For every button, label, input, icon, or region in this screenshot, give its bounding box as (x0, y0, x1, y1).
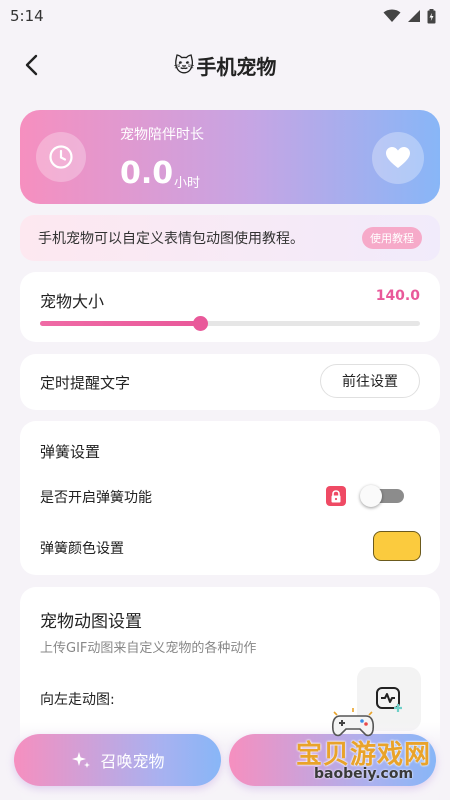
spring-color-swatch[interactable] (373, 531, 421, 561)
lock-icon (326, 486, 346, 506)
watermark-logo: 宝贝游戏网 baobeiy.com (284, 706, 434, 786)
clock-icon-container (36, 132, 86, 182)
toggle-knob (360, 485, 382, 507)
pet-size-value: 140.0 (375, 288, 420, 304)
spring-enable-label: 是否开启弹簧功能 (40, 490, 152, 506)
animation-settings-title: 宠物动图设置 (40, 612, 142, 632)
tutorial-tip-text: 手机宠物可以自定义表情包动图使用教程。 (38, 231, 304, 247)
pet-size-slider-fill (40, 321, 200, 326)
pet-size-slider-thumb[interactable] (192, 316, 208, 331)
companion-time-value: 0.0 (120, 156, 174, 191)
clock-icon (49, 145, 73, 169)
spring-settings-card: 弹簧设置 是否开启弹簧功能 弹簧颜色设置 (20, 421, 440, 575)
animation-settings-subtitle: 上传GIF动图来自定义宠物的各种动作 (40, 641, 257, 656)
companion-time-unit: 小时 (174, 176, 201, 191)
heart-button[interactable] (372, 132, 424, 184)
spring-settings-title: 弹簧设置 (40, 443, 101, 461)
spring-enable-toggle[interactable] (360, 485, 406, 507)
spring-color-label: 弹簧颜色设置 (40, 541, 124, 557)
summon-pet-label: 召唤宠物 (100, 752, 165, 771)
page-title-text: 手机宠物 (196, 54, 277, 79)
page-title: 🐱 手机宠物 (174, 51, 277, 80)
pet-size-label: 宠物大小 (40, 292, 105, 311)
tutorial-tip: 手机宠物可以自定义表情包动图使用教程。 使用教程 (20, 215, 440, 261)
cat-emoji-icon: 🐱 (173, 53, 195, 77)
reminder-card: 定时提醒文字 前往设置 (20, 354, 440, 410)
walk-left-label: 向左走动图: (40, 692, 115, 708)
status-icons (383, 8, 436, 24)
signal-icon (408, 10, 420, 22)
companion-time-label: 宠物陪伴时长 (120, 127, 204, 143)
companion-time-card: 宠物陪伴时长 0.0 小时 (20, 110, 440, 204)
chevron-left-icon (25, 54, 38, 76)
wifi-icon (383, 9, 401, 22)
pet-size-card: 宠物大小 140.0 (20, 272, 440, 342)
heart-icon (386, 147, 410, 168)
nav-bar: 🐱 手机宠物 (0, 40, 450, 90)
tutorial-button[interactable]: 使用教程 (362, 227, 422, 249)
status-time: 5:14 (10, 7, 44, 25)
pet-size-slider[interactable] (40, 316, 420, 331)
summon-pet-button[interactable]: 召唤宠物 (14, 734, 221, 786)
watermark-en-text: baobeiy.com (314, 766, 414, 782)
status-bar: 5:14 (0, 0, 450, 32)
back-button[interactable] (14, 48, 48, 82)
reminder-label: 定时提醒文字 (40, 374, 131, 392)
reminder-settings-button[interactable]: 前往设置 (320, 364, 420, 398)
lock-glyph-icon (331, 489, 341, 502)
battery-icon (427, 8, 436, 23)
sparkle-icon (72, 752, 91, 768)
